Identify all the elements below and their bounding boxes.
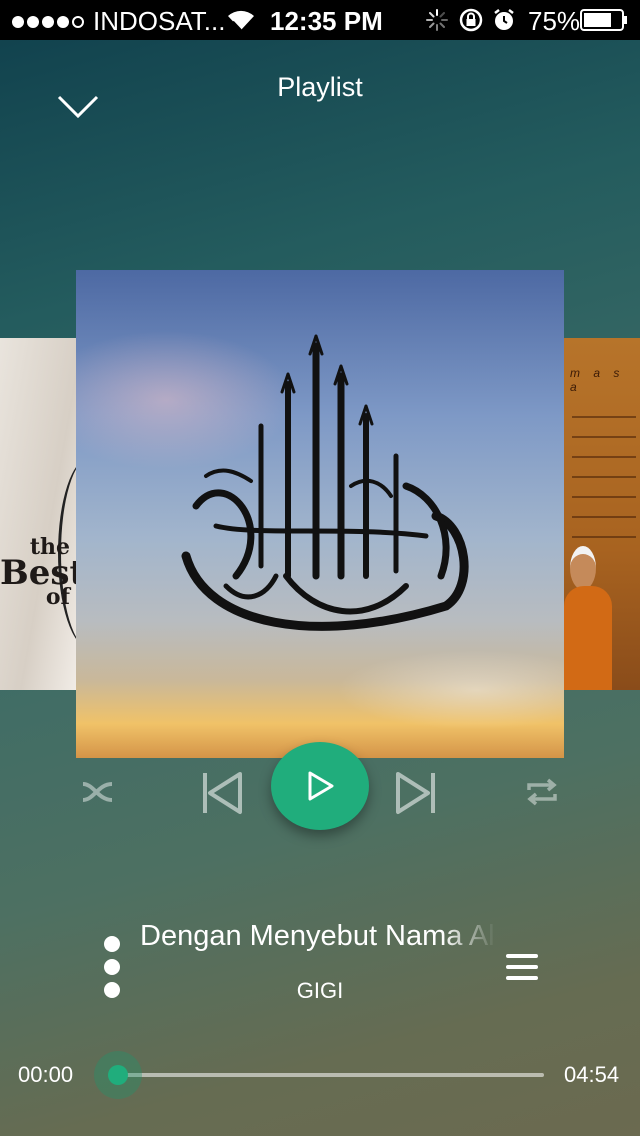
next-album-title: m a s a [570, 366, 625, 394]
song-title: Dengan Menyebut Nama Allah [140, 920, 496, 960]
next-album-cover[interactable]: m a s a [564, 338, 640, 690]
queue-list-icon [506, 954, 538, 980]
signal-dot-icon [27, 15, 39, 28]
battery-icon [580, 9, 627, 31]
previous-album-cover[interactable]: the Best of [0, 338, 76, 690]
skip-previous-icon [203, 772, 242, 814]
chevron-down-icon [57, 95, 99, 119]
status-time: 12:35 PM [270, 6, 383, 36]
cover-calligraphy-lines [572, 398, 636, 538]
signal-dot-icon [57, 15, 69, 28]
play-icon [308, 771, 334, 801]
signal-dot-empty-icon [72, 15, 84, 28]
current-album-cover[interactable] [76, 270, 564, 758]
battery-percent: 75% [528, 6, 581, 36]
play-button[interactable] [271, 742, 369, 830]
elapsed-time: 00:00 [18, 1062, 74, 1087]
cover-person-head [570, 546, 596, 590]
song-title-text: Dengan Menyebut Nama Allah [140, 920, 496, 952]
shuffle-button[interactable] [80, 776, 116, 808]
progress-track[interactable] [118, 1073, 544, 1077]
more-vertical-icon [104, 959, 120, 975]
status-bar: INDOSAT... 12:35 PM 75% [0, 0, 640, 40]
skip-next-icon [396, 772, 435, 814]
signal-dot-icon [42, 15, 54, 28]
alarm-icon [494, 9, 514, 30]
signal-dot-icon [12, 15, 24, 28]
total-time: 04:54 [564, 1062, 620, 1087]
next-button[interactable] [394, 770, 438, 816]
repeat-icon [527, 778, 557, 806]
cover-person [564, 586, 612, 690]
wifi-icon [228, 10, 254, 31]
repeat-button[interactable] [524, 776, 560, 808]
carrier-name: INDOSAT... [93, 6, 226, 36]
previous-button[interactable] [200, 770, 244, 816]
calligraphy-artwork [181, 334, 469, 631]
artist-name: GIGI [296, 978, 344, 1003]
queue-button[interactable] [504, 952, 540, 982]
activity-spinner-icon [426, 9, 448, 31]
previous-album-title: the Best of [0, 536, 76, 608]
rotation-lock-icon [459, 8, 483, 32]
signal-carrier: INDOSAT... [12, 6, 225, 37]
collapse-button[interactable] [56, 92, 100, 122]
more-vertical-icon [104, 936, 120, 952]
shuffle-icon [82, 782, 113, 802]
progress-thumb[interactable] [108, 1065, 128, 1085]
